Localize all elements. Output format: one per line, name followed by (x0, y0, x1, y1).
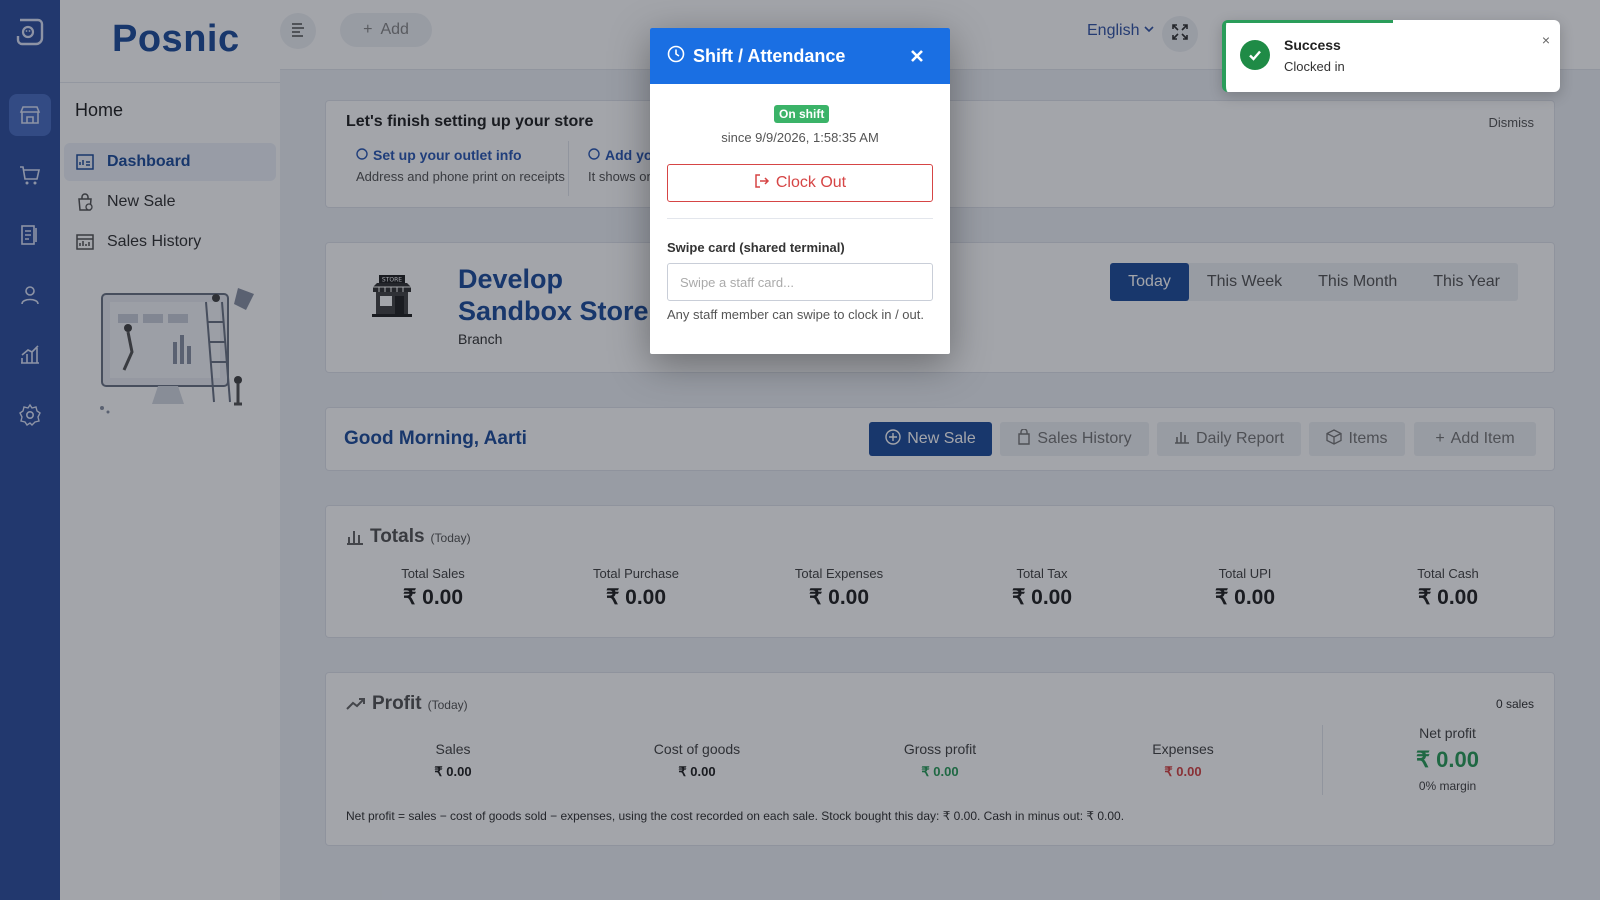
swipe-card-input[interactable] (667, 263, 933, 301)
modal-divider (667, 218, 933, 219)
clock-icon (667, 45, 685, 68)
toast-title: Success (1284, 37, 1341, 53)
toast-progress-bar (1226, 20, 1393, 23)
shift-attendance-modal: Shift / Attendance On shift since 9/9/20… (650, 28, 950, 354)
modal-title: Shift / Attendance (693, 45, 846, 66)
swipe-card-help: Any staff member can swipe to clock in /… (667, 307, 924, 322)
logout-icon (754, 173, 770, 194)
close-icon (910, 43, 924, 68)
shift-status-badge: On shift (774, 105, 830, 123)
toast-message: Clocked in (1284, 59, 1345, 74)
swipe-card-label: Swipe card (shared terminal) (667, 240, 845, 255)
clock-out-button[interactable]: Clock Out (667, 164, 933, 202)
check-circle-icon (1240, 40, 1270, 70)
success-toast: Success Clocked in × (1222, 20, 1560, 92)
modal-header: Shift / Attendance (650, 28, 950, 84)
toast-close-button[interactable]: × (1542, 32, 1550, 48)
clock-out-label: Clock Out (775, 174, 847, 191)
modal-close-button[interactable] (910, 46, 924, 66)
shift-since-text: since 9/9/2026, 1:58:35 AM (721, 130, 879, 145)
